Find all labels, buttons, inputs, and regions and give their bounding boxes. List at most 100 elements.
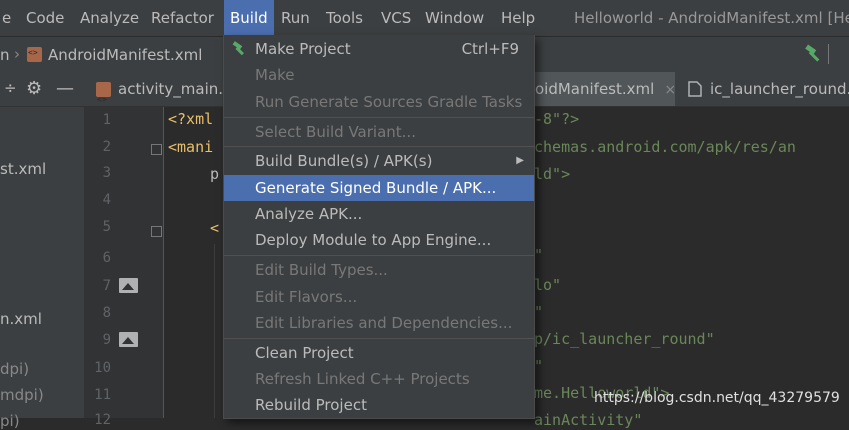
menu-item-label: Select Build Variant...	[255, 123, 416, 141]
watermark-text: https://blog.csdn.net/qq_43279579	[594, 390, 840, 406]
menu-item-label: Rebuild Project	[255, 396, 367, 414]
menu-separator	[224, 338, 534, 339]
menu-item-clean-project[interactable]: Clean Project	[224, 340, 534, 366]
menu-item-label: Generate Signed Bundle / APK...	[255, 179, 497, 197]
code-line: "	[534, 303, 544, 321]
menu-separator	[224, 146, 534, 147]
line-number: 5	[102, 219, 111, 235]
breadcrumb-project[interactable]: n	[0, 46, 10, 64]
indent-guide	[214, 244, 215, 418]
line-number: 7	[102, 278, 111, 294]
code-line: <?xml	[168, 110, 214, 128]
menu-separator	[224, 117, 534, 118]
menu-item-build-bundle-apk[interactable]: Build Bundle(s) / APK(s) ▶	[224, 148, 534, 174]
line-number: 8	[102, 305, 111, 321]
menu-item-edit-build-types[interactable]: Edit Build Types...	[224, 257, 534, 283]
menu-bar: e Code Analyze Refactor Build Run Tools …	[0, 0, 849, 36]
build-menu: Make Project Ctrl+F9 Make Run Generate S…	[223, 35, 535, 419]
tab-label: oidManifest.xml	[535, 80, 655, 98]
project-item[interactable]: pi)	[0, 412, 20, 430]
menu-build[interactable]: Build	[224, 0, 274, 36]
line-number: 1	[102, 112, 111, 128]
code-line: lo"	[534, 276, 562, 294]
breadcrumb-separator-icon: ›	[14, 45, 20, 63]
project-panel: st.xml n.xml dpi) mdpi) pi)	[0, 107, 85, 430]
menu-window[interactable]: Window	[425, 9, 484, 27]
shortcut-label: Ctrl+F9	[461, 40, 519, 58]
menu-item-select-build-variant[interactable]: Select Build Variant...	[224, 119, 534, 145]
menu-item-make-project[interactable]: Make Project Ctrl+F9	[224, 36, 534, 62]
line-number: 3	[102, 165, 111, 181]
line-number: 9	[102, 332, 111, 348]
code-line: ainActivity"	[534, 411, 643, 429]
close-icon[interactable]: ×	[664, 82, 676, 98]
menu-run[interactable]: Run	[281, 9, 310, 27]
menu-item-label: Edit Build Types...	[255, 261, 388, 279]
hammer-icon	[232, 41, 244, 56]
line-number: 4	[102, 192, 111, 208]
fold-marker-icon[interactable]	[151, 144, 162, 155]
menu-code[interactable]: Code	[26, 9, 64, 27]
code-line: <	[210, 219, 220, 237]
menu-refactor[interactable]: Refactor	[151, 9, 214, 27]
split-icon[interactable]: ÷	[4, 79, 17, 97]
image-preview-icon[interactable]	[119, 332, 138, 347]
menu-item-label: Make	[255, 66, 295, 84]
hammer-icon[interactable]	[803, 44, 823, 64]
menu-separator	[224, 255, 534, 256]
image-preview-icon[interactable]	[119, 278, 138, 293]
window-title: Helloworld - AndroidManifest.xml [He	[574, 9, 849, 27]
menu-item-label: Refresh Linked C++ Projects	[255, 370, 470, 388]
code-line: -8"?>	[534, 110, 580, 128]
line-number: 6	[102, 250, 111, 266]
menu-item-edit-flavors[interactable]: Edit Flavors...	[224, 284, 534, 310]
xml-file-icon	[96, 82, 111, 117]
drawable-file-icon	[688, 81, 702, 97]
menu-item-label: Run Generate Sources Gradle Tasks	[255, 93, 523, 111]
submenu-arrow-icon: ▶	[516, 155, 524, 166]
line-number: 10	[94, 360, 111, 376]
minimize-icon[interactable]: —	[56, 78, 74, 99]
menu-item-generate-signed-bundle[interactable]: Generate Signed Bundle / APK...	[224, 175, 534, 201]
menu-item-label: Edit Libraries and Dependencies...	[255, 314, 513, 332]
menu-item-label: Clean Project	[255, 344, 354, 362]
code-line: "	[534, 246, 544, 264]
project-item[interactable]: st.xml	[0, 160, 46, 178]
menu-item-label: Analyze APK...	[255, 205, 363, 223]
menu-item-run-generate-sources[interactable]: Run Generate Sources Gradle Tasks	[224, 89, 534, 115]
menu-item-label: Deploy Module to App Engine...	[255, 231, 492, 249]
project-item[interactable]: dpi)	[0, 360, 29, 378]
menu-analyze[interactable]: Analyze	[80, 9, 139, 27]
xml-file-icon	[27, 47, 42, 62]
fold-marker-icon[interactable]	[151, 226, 162, 237]
menu-item-label: Build Bundle(s) / APK(s)	[255, 152, 433, 170]
code-line: <mani	[168, 138, 214, 156]
code-line: ld">	[534, 165, 571, 183]
menu-item-deploy-module[interactable]: Deploy Module to App Engine...	[224, 227, 534, 253]
menu-item-rebuild-project[interactable]: Rebuild Project	[224, 392, 534, 418]
gear-icon[interactable]: ⚙	[26, 78, 42, 99]
tab-label: ic_launcher_round.p	[710, 80, 849, 98]
menu-item-analyze-apk[interactable]: Analyze APK...	[224, 201, 534, 227]
code-line: chemas.android.com/apk/res/an	[534, 138, 796, 156]
menu-item-edit-libraries[interactable]: Edit Libraries and Dependencies...	[224, 310, 534, 336]
project-item[interactable]: n.xml	[0, 310, 42, 328]
menu-tools[interactable]: Tools	[326, 9, 363, 27]
menu-vcs[interactable]: VCS	[381, 9, 411, 27]
menu-item-label: Make Project	[255, 40, 351, 58]
line-number: 11	[94, 387, 111, 403]
code-line: "	[534, 357, 544, 375]
menu-item-label: Edit Flavors...	[255, 288, 358, 306]
toolbar-divider	[828, 44, 837, 64]
tab-ic-launcher-round[interactable]: ic_launcher_round.p	[678, 72, 849, 106]
menu-item-refresh-linked-cpp[interactable]: Refresh Linked C++ Projects	[224, 366, 534, 392]
tab-label: activity_main.x	[118, 80, 232, 98]
code-line: p/ic_launcher_round"	[534, 330, 715, 348]
menu-item-make[interactable]: Make	[224, 62, 534, 88]
menu-help[interactable]: Help	[501, 9, 535, 27]
line-number: 12	[94, 412, 111, 428]
breadcrumb-file[interactable]: AndroidManifest.xml	[48, 46, 202, 64]
project-item[interactable]: mdpi)	[0, 386, 44, 404]
tab-android-manifest[interactable]: oidManifest.xml ×	[533, 72, 676, 106]
menu-view[interactable]: e	[2, 9, 11, 27]
